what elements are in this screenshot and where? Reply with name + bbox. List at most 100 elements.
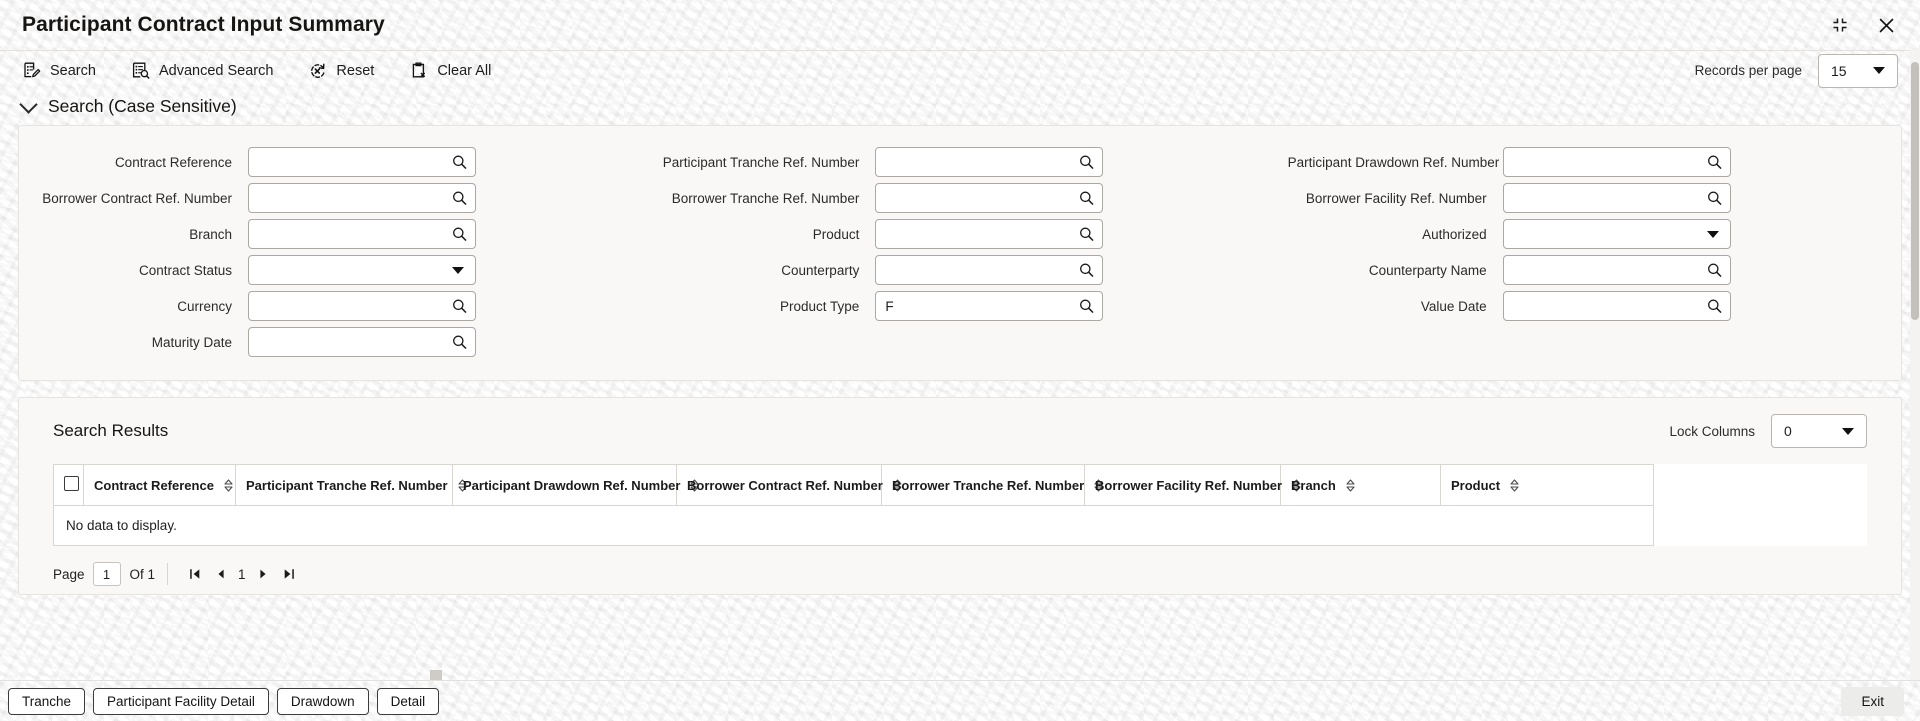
search-lov-icon[interactable]	[452, 227, 467, 242]
search-button[interactable]: Search	[22, 61, 96, 80]
empty-state-row: No data to display.	[52, 505, 1868, 546]
search-lov-icon[interactable]	[452, 299, 467, 314]
detail-button[interactable]: Detail	[376, 687, 440, 715]
participant-facility-detail-button[interactable]: Participant Facility Detail	[93, 687, 269, 715]
records-per-page-value: 15	[1831, 62, 1847, 79]
empty-row-filler	[1654, 506, 1867, 546]
chevron-down-icon[interactable]	[1706, 231, 1719, 238]
column-header-borrower-contract-ref-number[interactable]: Borrower Contract Ref. Number	[676, 464, 902, 506]
restore-down-icon[interactable]	[1828, 13, 1852, 37]
input-product-type[interactable]: F	[875, 291, 1104, 321]
select-all-header-cell	[53, 464, 84, 506]
label-participant-drawdown-ref-number: Participant Drawdown Ref. Number	[1287, 154, 1500, 170]
close-icon[interactable]	[1874, 13, 1898, 37]
field-borrower-tranche-ref-number: Borrower Tranche Ref. Number	[646, 180, 1273, 216]
input-participant-drawdown-ref-number[interactable]	[1502, 147, 1731, 177]
column-header-product[interactable]: Product	[1439, 464, 1655, 506]
search-lov-icon[interactable]	[1707, 191, 1722, 206]
pager-divider	[167, 563, 169, 585]
search-lov-icon[interactable]	[452, 155, 467, 170]
chevron-down-icon	[1842, 427, 1854, 435]
first-page-icon[interactable]	[182, 562, 208, 586]
column-header-participant-tranche-ref-number[interactable]: Participant Tranche Ref. Number	[235, 464, 467, 506]
input-counterparty[interactable]	[875, 255, 1104, 285]
lock-columns-label: Lock Columns	[1669, 423, 1755, 439]
sort-toggle-icon[interactable]	[1510, 478, 1519, 492]
label-currency: Currency	[177, 298, 232, 314]
field-branch: Branch	[19, 216, 646, 252]
input-participant-tranche-ref-number[interactable]	[875, 147, 1104, 177]
input-borrower-contract-ref-number[interactable]	[248, 183, 476, 213]
column-header-borrower-tranche-ref-number[interactable]: Borrower Tranche Ref. Number	[881, 464, 1103, 506]
search-lov-icon[interactable]	[1079, 299, 1094, 314]
search-lov-icon[interactable]	[452, 191, 467, 206]
column-header-borrower-facility-ref-number[interactable]: Borrower Facility Ref. Number	[1084, 464, 1301, 506]
search-lov-icon[interactable]	[1079, 227, 1094, 242]
reset-button-label: Reset	[336, 62, 375, 79]
page-number-input[interactable]: 1	[92, 562, 121, 586]
input-maturity-date[interactable]	[248, 327, 476, 357]
field-currency: Currency	[19, 288, 646, 324]
column-header-participant-drawdown-ref-number[interactable]: Participant Drawdown Ref. Number	[452, 464, 699, 506]
lock-columns-select[interactable]: 0	[1771, 414, 1867, 448]
label-product-type: Product Type	[780, 298, 860, 314]
input-contract-reference[interactable]	[248, 147, 476, 177]
column-header-branch[interactable]: Branch	[1280, 464, 1441, 506]
search-lov-icon[interactable]	[1079, 155, 1094, 170]
label-authorized: Authorized	[1422, 226, 1487, 242]
search-lov-icon[interactable]	[1079, 191, 1094, 206]
sort-toggle-icon[interactable]	[1346, 478, 1355, 492]
input-value-date[interactable]	[1502, 291, 1731, 321]
input-product[interactable]	[875, 219, 1104, 249]
previous-page-icon[interactable]	[208, 562, 234, 586]
tranche-button[interactable]: Tranche	[8, 687, 86, 715]
search-results-title: Search Results	[53, 421, 169, 440]
input-branch[interactable]	[248, 219, 476, 249]
search-lov-icon[interactable]	[452, 335, 467, 350]
input-counterparty-name[interactable]	[1502, 255, 1731, 285]
search-lov-icon[interactable]	[1079, 263, 1094, 278]
exit-button[interactable]: Exit	[1841, 686, 1904, 716]
records-per-page-select[interactable]: 15	[1818, 53, 1898, 88]
sort-toggle-icon[interactable]	[224, 478, 233, 492]
select-all-checkbox[interactable]	[64, 476, 79, 491]
label-branch: Branch	[189, 226, 232, 242]
drawdown-button[interactable]: Drawdown	[276, 687, 369, 715]
column-header-label: Contract Reference	[94, 477, 214, 493]
search-lov-icon[interactable]	[1707, 299, 1722, 314]
select-contract-status[interactable]	[248, 255, 476, 285]
chevron-down-icon	[1873, 67, 1885, 74]
chevron-down-icon[interactable]	[452, 267, 464, 274]
search-lov-icon[interactable]	[1707, 263, 1722, 278]
label-participant-tranche-ref-number: Participant Tranche Ref. Number	[662, 154, 860, 170]
next-page-icon[interactable]	[250, 562, 276, 586]
no-data-message: No data to display.	[52, 505, 1655, 546]
lock-columns-group: Lock Columns 0	[1669, 414, 1867, 448]
column-header-label: Participant Tranche Ref. Number	[246, 477, 448, 493]
reset-button[interactable]: Reset	[308, 61, 374, 80]
participant-contract-input-summary-window: Participant Contract Input Summary Searc…	[0, 0, 1920, 721]
field-borrower-contract-ref-number: Borrower Contract Ref. Number	[19, 180, 646, 216]
page-number-value: 1	[102, 566, 111, 582]
input-borrower-facility-ref-number[interactable]	[1502, 183, 1731, 213]
last-page-icon[interactable]	[276, 562, 302, 586]
input-currency[interactable]	[248, 291, 476, 321]
page-label: Page	[53, 566, 85, 582]
field-authorized: Authorized	[1274, 216, 1901, 252]
column-header-label: Product	[1451, 477, 1501, 493]
clear-all-button[interactable]: Clear All	[409, 61, 491, 80]
column-header-contract-reference[interactable]: Contract Reference	[83, 464, 236, 506]
current-page-number[interactable]: 1	[238, 567, 246, 582]
search-lov-icon[interactable]	[1707, 155, 1722, 170]
vertical-scrollbar-thumb[interactable]	[1911, 62, 1919, 320]
reset-icon	[308, 61, 327, 80]
input-borrower-tranche-ref-number[interactable]	[875, 183, 1104, 213]
search-section-header[interactable]: Search (Case Sensitive)	[0, 90, 1920, 125]
search-section-title: Search (Case Sensitive)	[48, 96, 237, 116]
horizontal-scrollbar-thumb[interactable]	[430, 670, 442, 680]
select-authorized[interactable]	[1502, 219, 1731, 249]
advanced-search-button-label: Advanced Search	[158, 62, 274, 79]
vertical-scrollbar[interactable]	[1910, 50, 1920, 680]
field-value-date: Value Date	[1274, 288, 1901, 324]
advanced-search-button[interactable]: Advanced Search	[131, 61, 273, 80]
